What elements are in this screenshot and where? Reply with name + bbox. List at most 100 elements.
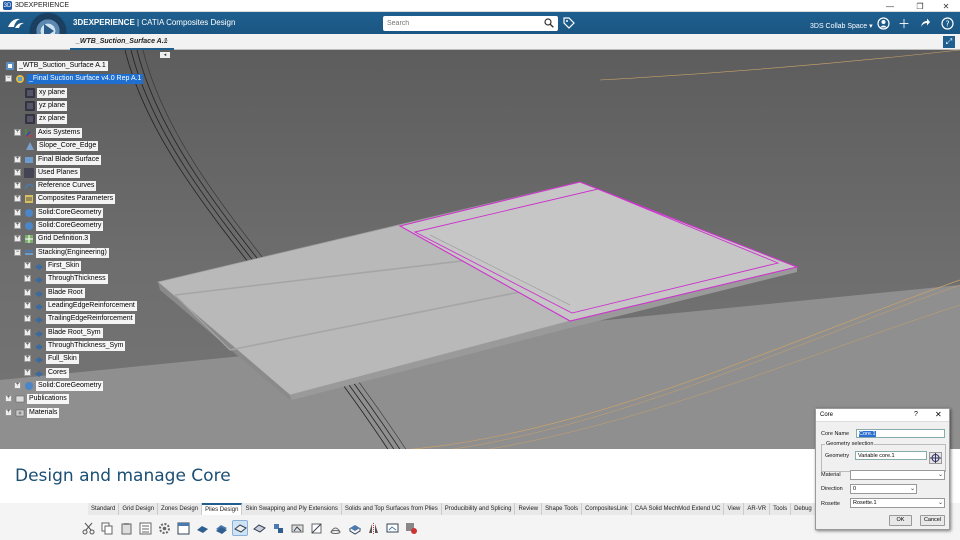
core-icon[interactable]: [232, 520, 248, 536]
fullscreen-icon[interactable]: ⤢: [943, 36, 955, 48]
tree-node-representation[interactable]: − _Final Suction Surface v4.0 Rep A.1: [5, 73, 144, 84]
workbench-tab[interactable]: Producibility and Splicing: [441, 503, 516, 515]
tree-node-first-skin[interactable]: + First_Skin: [24, 260, 82, 271]
tag-icon[interactable]: [563, 17, 575, 29]
tree-node-cores[interactable]: + Cores: [24, 367, 69, 378]
settings-icon[interactable]: [156, 520, 172, 536]
tree-node-axis-systems[interactable]: + Axis Systems: [14, 127, 83, 138]
geometry-pick-button[interactable]: [929, 452, 942, 464]
tree-node-reference-curves[interactable]: + Reference Curves: [14, 180, 97, 191]
tab-document[interactable]: _WTB_Suction_Surface A.1: [70, 35, 174, 50]
workbench-tab[interactable]: Debug: [791, 503, 816, 515]
tree-node-solid-core-geometry[interactable]: + Solid:CoreGeometry: [14, 207, 104, 218]
close-window-button[interactable]: ✕: [932, 0, 960, 12]
extrude-icon[interactable]: [346, 520, 362, 536]
collapse-icon[interactable]: −: [5, 75, 12, 82]
symmetry-icon[interactable]: [365, 520, 381, 536]
tree-node-through-thickness[interactable]: + ThroughThickness: [24, 273, 108, 284]
minimize-button[interactable]: —: [876, 0, 904, 12]
display-icon[interactable]: [384, 520, 400, 536]
cancel-button[interactable]: Cancel: [920, 515, 945, 526]
tree-node-stacking[interactable]: − Stacking(Engineering): [14, 247, 109, 258]
tree-node-zx-plane[interactable]: zx plane: [25, 113, 68, 124]
tree-collapse-icon[interactable]: ◂: [160, 52, 170, 58]
dialog-help-button[interactable]: ?: [914, 411, 918, 418]
tree-node-used-planes[interactable]: + Used Planes: [14, 167, 80, 178]
expand-icon[interactable]: +: [14, 209, 21, 216]
surface-icon[interactable]: [308, 520, 324, 536]
collab-space-selector[interactable]: 3DS Collab Space ▾: [810, 22, 873, 30]
tree-node-composites-parameters[interactable]: + Composites Parameters: [14, 193, 116, 204]
expand-icon[interactable]: +: [24, 315, 31, 322]
workbench-tab[interactable]: Solids and Top Surfaces from Plies: [341, 503, 442, 515]
tree-node-trailing-edge-reinforcement[interactable]: + TrailingEdgeReinforcement: [24, 313, 135, 324]
layup-table-icon[interactable]: [175, 520, 191, 536]
tree-node-through-thickness-sym[interactable]: + ThroughThickness_Sym: [24, 340, 126, 351]
tree-node-full-skin[interactable]: + Full_Skin: [24, 353, 79, 364]
core-name-field[interactable]: Core.1: [856, 429, 945, 438]
collapse-icon[interactable]: −: [14, 249, 21, 256]
tree-node-solid-core-geometry[interactable]: + Solid:CoreGeometry: [14, 380, 104, 391]
tree-node-grid-definition[interactable]: + Grid Definition.3: [14, 233, 91, 244]
ply-icon[interactable]: [194, 520, 210, 536]
user-icon[interactable]: [876, 16, 890, 30]
workbench-tab[interactable]: Tools: [770, 503, 792, 515]
workbench-tab[interactable]: Zones Design: [158, 503, 203, 515]
expand-icon[interactable]: +: [14, 222, 21, 229]
expand-icon[interactable]: +: [5, 409, 12, 416]
workbench-tab[interactable]: Plies Design: [202, 503, 243, 515]
tree-node-xy-plane[interactable]: xy plane: [25, 87, 68, 98]
expand-icon[interactable]: +: [24, 342, 31, 349]
add-icon[interactable]: ＋: [897, 16, 911, 31]
dialog-close-button[interactable]: ✕: [935, 410, 942, 419]
geometry-field[interactable]: Variable core.1: [855, 451, 927, 460]
analysis-icon[interactable]: [403, 520, 419, 536]
expand-icon[interactable]: +: [24, 355, 31, 362]
ok-button[interactable]: OK: [889, 515, 912, 526]
direction-select[interactable]: 0 ⌄: [850, 484, 917, 494]
stacking-icon[interactable]: [270, 520, 286, 536]
help-icon[interactable]: ?: [940, 16, 954, 30]
expand-icon[interactable]: +: [14, 195, 21, 202]
ply-exploder-icon[interactable]: [289, 520, 305, 536]
expand-icon[interactable]: +: [24, 289, 31, 296]
search-icon[interactable]: [544, 18, 554, 28]
ply-group-icon[interactable]: [213, 520, 229, 536]
expand-icon[interactable]: +: [14, 156, 21, 163]
expand-icon[interactable]: +: [14, 129, 21, 136]
expand-icon[interactable]: +: [5, 395, 12, 402]
workbench-tab[interactable]: View: [724, 503, 745, 515]
tree-node-leading-edge-reinforcement[interactable]: + LeadingEdgeReinforcement: [24, 300, 137, 311]
add-tab-button[interactable]: +: [163, 36, 168, 46]
tree-node-solid-core-geometry[interactable]: + Solid:CoreGeometry: [14, 220, 104, 231]
expand-icon[interactable]: +: [24, 369, 31, 376]
workbench-tab[interactable]: Shape Tools: [542, 503, 583, 515]
expand-icon[interactable]: +: [14, 235, 21, 242]
tree-view-icon[interactable]: [137, 520, 153, 536]
restore-button[interactable]: ❐: [906, 0, 934, 12]
workbench-tab[interactable]: CompositesLink: [582, 503, 632, 515]
tree-node-root[interactable]: _WTB_Suction_Surface A.1: [5, 60, 108, 71]
tree-node-blade-root-sym[interactable]: + Blade Root_Sym: [24, 327, 103, 338]
paste-icon[interactable]: [118, 520, 134, 536]
cut-icon[interactable]: [80, 520, 96, 536]
expand-icon[interactable]: +: [14, 182, 21, 189]
tree-node-slope-core-edge[interactable]: Slope_Core_Edge: [25, 140, 99, 151]
tree-node-materials[interactable]: + Materials: [5, 407, 60, 418]
expand-icon[interactable]: +: [24, 329, 31, 336]
tree-node-blade-root[interactable]: + Blade Root: [24, 287, 85, 298]
workbench-tab[interactable]: AR-VR: [744, 503, 771, 515]
cone-icon[interactable]: [327, 520, 343, 536]
expand-icon[interactable]: +: [14, 382, 21, 389]
rosette-select[interactable]: Rosette.1 ⌄: [850, 498, 945, 508]
workbench-tab[interactable]: Grid Design: [119, 503, 159, 515]
workbench-tab[interactable]: Standard: [88, 503, 120, 515]
search-input[interactable]: [383, 16, 533, 31]
share-icon[interactable]: [918, 16, 932, 30]
expand-icon[interactable]: +: [24, 275, 31, 282]
tree-node-final-blade-surface[interactable]: + Final Blade Surface: [14, 154, 102, 165]
expand-icon[interactable]: +: [24, 262, 31, 269]
core-sampling-icon[interactable]: [251, 520, 267, 536]
workbench-tab[interactable]: CAA Solid MechMod Extend UC: [631, 503, 725, 515]
material-select[interactable]: ⌄: [850, 470, 945, 480]
